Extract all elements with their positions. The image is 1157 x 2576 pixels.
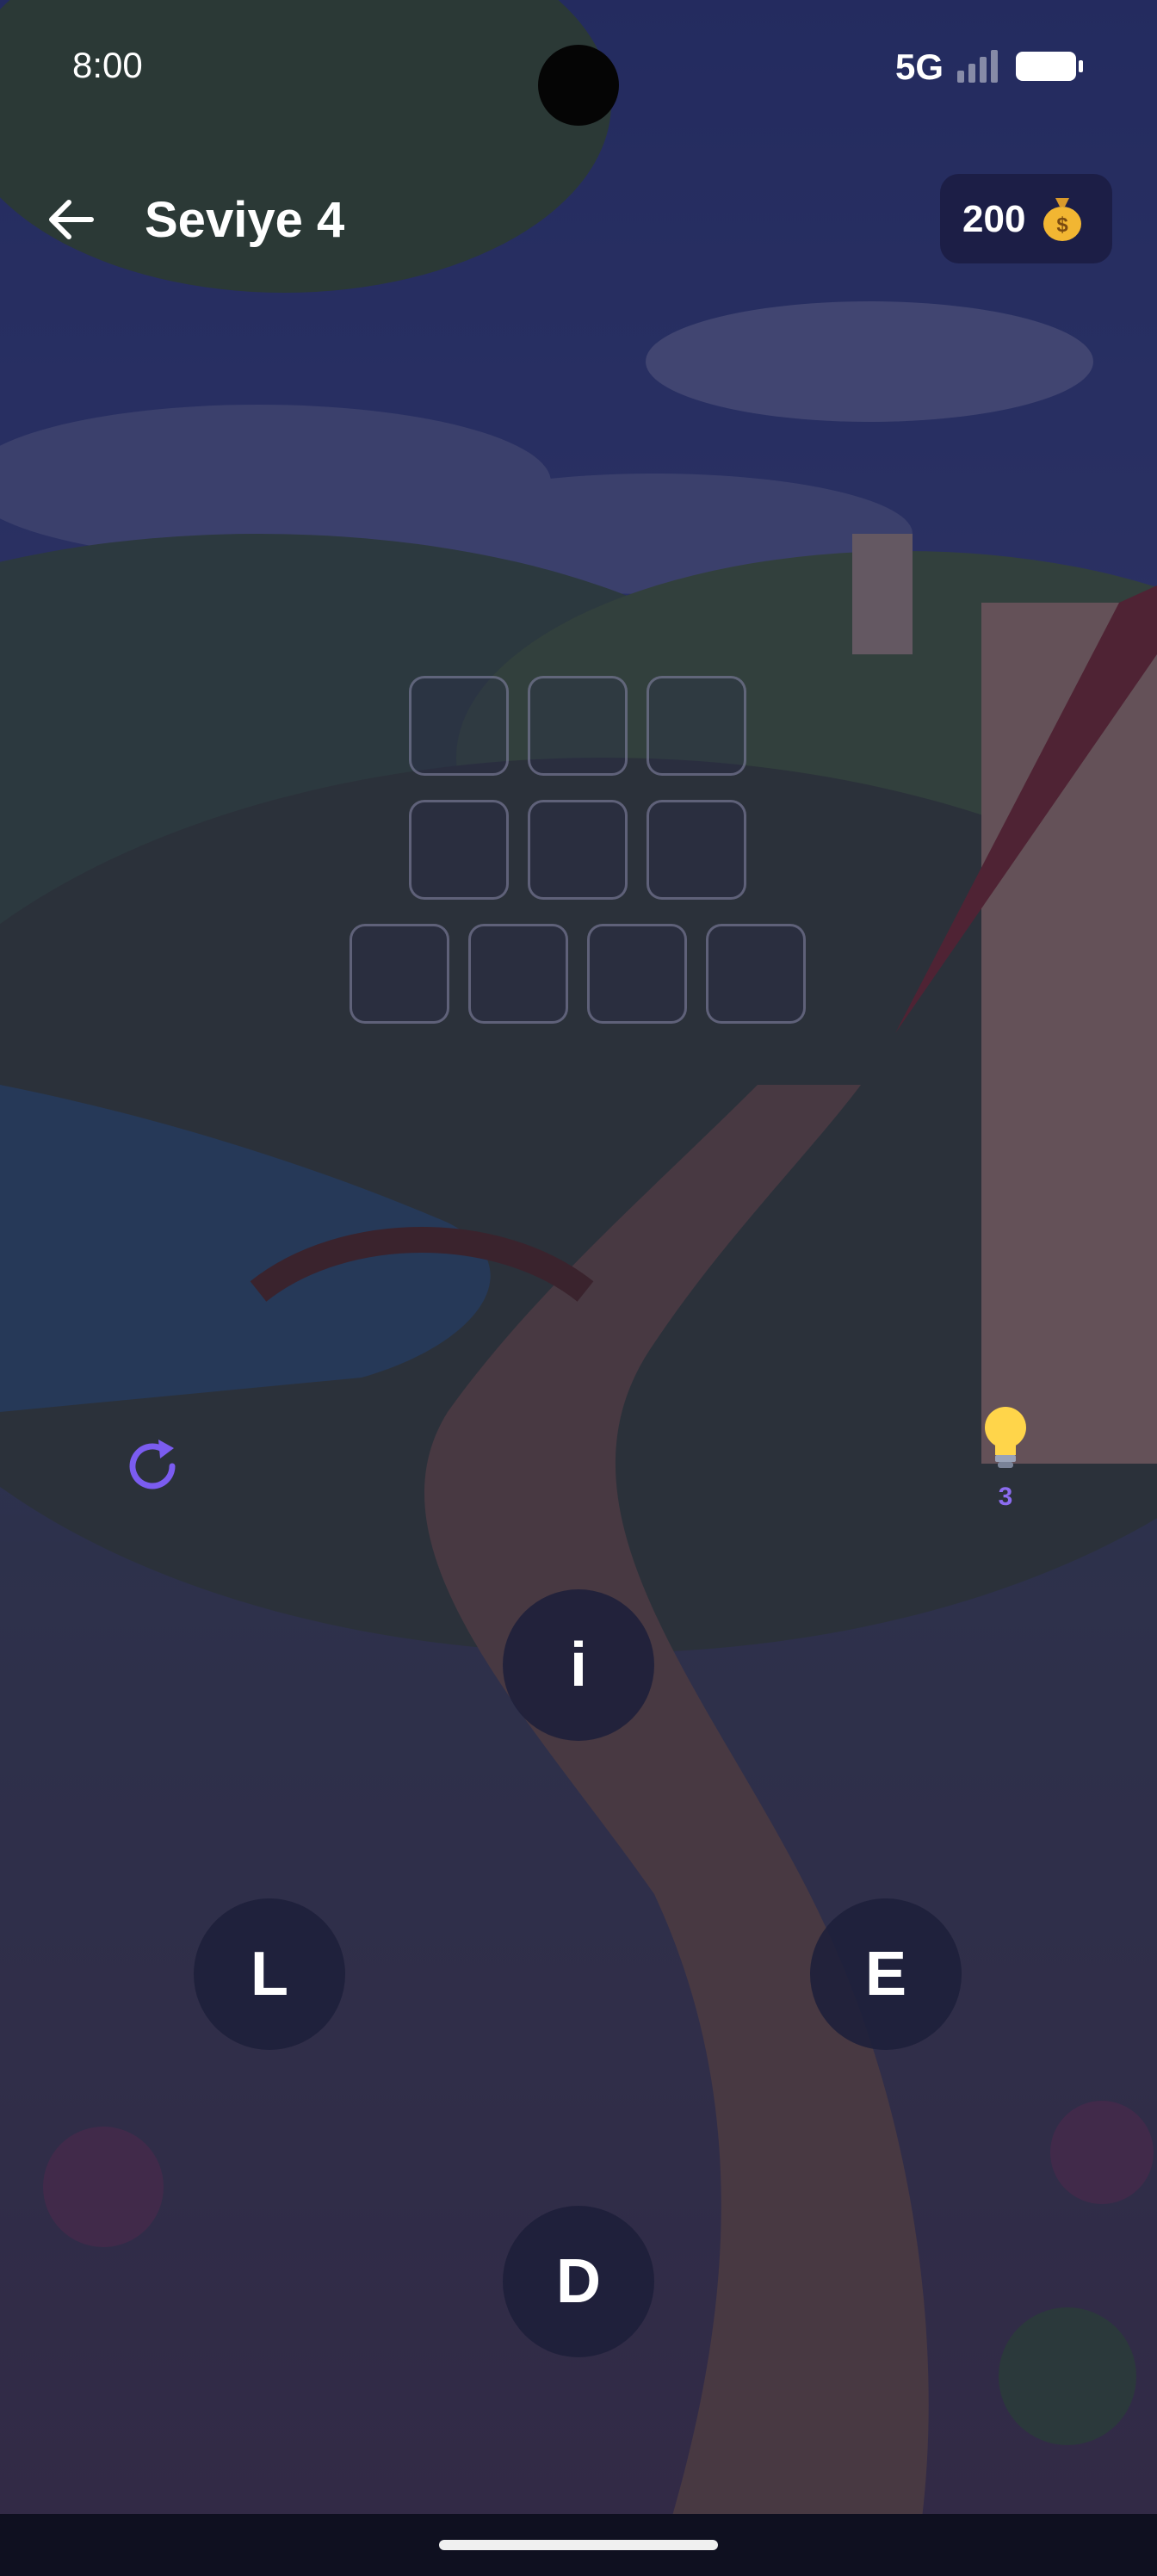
refresh-icon xyxy=(129,1440,176,1489)
navigation-bar xyxy=(0,2514,1157,2576)
status-bar: 8:00 5G xyxy=(0,0,1157,138)
front-camera xyxy=(538,45,619,126)
coin-amount: 200 xyxy=(962,198,1026,240)
signal-icon xyxy=(957,50,1002,83)
letter-cell xyxy=(350,924,449,1024)
shuffle-button[interactable] xyxy=(121,1434,184,1498)
letter-cell xyxy=(468,924,568,1024)
letter-cell xyxy=(409,676,509,776)
lightbulb-icon xyxy=(985,1407,1026,1468)
top-bar: Seviye 4 200 $ xyxy=(0,164,1157,276)
money-bag-icon: $ xyxy=(1043,198,1081,241)
arrow-left-icon xyxy=(49,200,94,239)
letter-button[interactable]: L xyxy=(194,1898,345,2050)
level-title: Seviye 4 xyxy=(145,192,345,248)
letter-button[interactable]: D xyxy=(503,2206,654,2357)
svg-text:$: $ xyxy=(1056,214,1068,237)
back-button[interactable] xyxy=(41,189,102,250)
letter-cell xyxy=(706,924,806,1024)
status-time: 8:00 xyxy=(72,45,143,85)
hint-button[interactable]: 3 xyxy=(971,1403,1040,1515)
hint-count: 3 xyxy=(998,1483,1013,1511)
battery-icon xyxy=(1016,52,1083,81)
letter-cell xyxy=(647,800,746,900)
home-indicator[interactable] xyxy=(439,2540,718,2550)
letter-button[interactable]: E xyxy=(810,1898,962,2050)
letter-cell xyxy=(528,800,628,900)
letter-button[interactable]: i xyxy=(503,1589,654,1741)
letter-cell xyxy=(587,924,687,1024)
background-scene xyxy=(0,0,1157,2576)
letter-cell xyxy=(409,800,509,900)
letter-cell xyxy=(528,676,628,776)
letter-cell xyxy=(647,676,746,776)
coin-balance[interactable]: 200 $ xyxy=(940,174,1112,263)
network-type: 5G xyxy=(895,46,944,87)
